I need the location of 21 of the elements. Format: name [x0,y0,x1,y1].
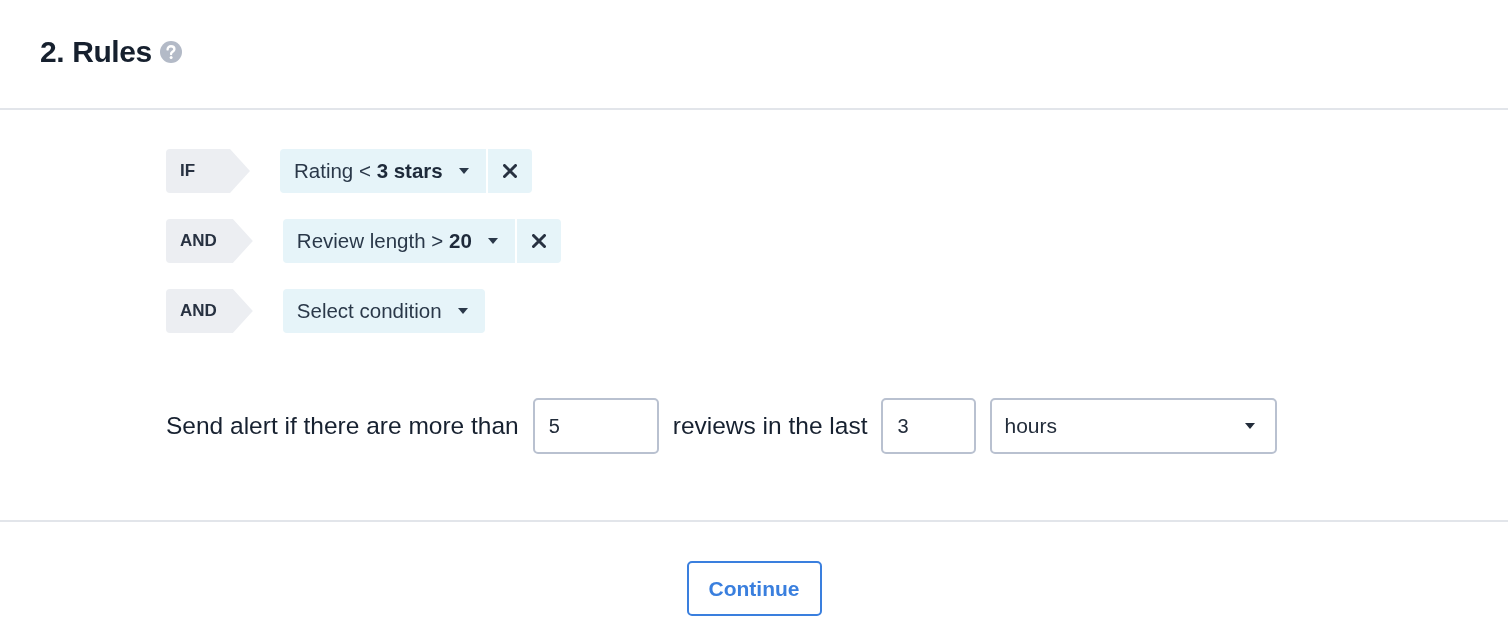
caret-icon [457,308,468,314]
time-unit-select[interactable]: hours [990,398,1278,454]
operator-label: AND [166,219,253,263]
section-title: 2. Rules [40,34,152,70]
condition-dropdown[interactable]: Review length > 20 [282,219,515,263]
alert-text: reviews in the last [672,410,868,441]
close-icon [531,234,546,248]
alert-text: Send alert if there are more than [166,410,519,441]
operator-label: AND [166,289,253,333]
close-icon [502,164,517,178]
remove-condition-button[interactable] [487,149,532,193]
remove-condition-button[interactable] [516,219,561,263]
caret-icon [458,168,469,174]
continue-button[interactable]: Continue [686,561,822,616]
caret-icon [487,238,498,244]
operator-label: IF [166,149,250,193]
number-input[interactable]: 5 [532,398,659,454]
condition-dropdown[interactable]: Rating < 3 stars [280,149,486,193]
condition-dropdown[interactable]: Select condition [282,289,485,333]
number-input[interactable]: 3 [881,398,977,454]
caret-icon [1245,423,1256,429]
